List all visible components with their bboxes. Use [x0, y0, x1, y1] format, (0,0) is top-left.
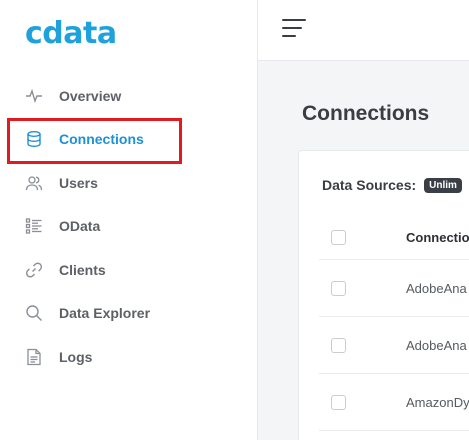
sidebar-item-label: OData [59, 218, 101, 235]
column-header-connection[interactable]: Connectio [406, 230, 469, 245]
link-icon [25, 261, 43, 279]
sidebar-item-data-explorer[interactable]: Data Explorer [0, 292, 258, 336]
sidebar-item-label: Overview [59, 87, 122, 104]
select-all-checkbox[interactable] [331, 229, 346, 245]
users-icon [25, 174, 43, 192]
sidebar-item-label: Users [59, 174, 98, 191]
top-bar [258, 0, 469, 61]
data-sources-header: Data Sources: Unlim [322, 177, 462, 193]
sidebar-item-clients[interactable]: Clients [0, 248, 258, 292]
connections-table: Connectio AdobeAna AdobeAna AmazonDy [319, 215, 469, 431]
odata-icon [25, 217, 43, 235]
sidebar-item-logs[interactable]: Logs [0, 335, 258, 379]
sidebar: cdata Overview Connections Users OData C… [0, 0, 258, 440]
row-checkbox[interactable] [331, 337, 346, 353]
sidebar-item-overview[interactable]: Overview [0, 74, 258, 118]
row-checkbox[interactable] [331, 394, 346, 410]
search-icon [25, 304, 43, 322]
license-badge: Unlim [424, 177, 462, 193]
connection-name[interactable]: AdobeAna [406, 281, 467, 296]
page-title: Connections [302, 102, 430, 125]
data-sources-label: Data Sources: [322, 177, 417, 193]
activity-icon [25, 87, 43, 105]
document-icon [25, 348, 43, 366]
connection-name[interactable]: AmazonDy [406, 395, 469, 410]
connections-highlight-box [7, 118, 182, 164]
table-header-row: Connectio [319, 215, 469, 260]
row-checkbox[interactable] [331, 280, 346, 296]
sidebar-item-label: Data Explorer [59, 305, 151, 322]
table-row[interactable]: AmazonDy [319, 374, 469, 431]
data-sources-card: Data Sources: Unlim Connectio AdobeAna A… [298, 150, 469, 440]
connection-name[interactable]: AdobeAna [406, 338, 467, 353]
sidebar-item-odata[interactable]: OData [0, 205, 258, 249]
cdata-logo[interactable]: cdata [25, 19, 117, 49]
table-row[interactable]: AdobeAna [319, 260, 469, 317]
sidebar-item-label: Clients [59, 261, 106, 278]
sidebar-item-users[interactable]: Users [0, 161, 258, 205]
sidebar-item-label: Logs [59, 348, 93, 365]
hamburger-icon[interactable] [282, 19, 306, 39]
table-row[interactable]: AdobeAna [319, 317, 469, 374]
